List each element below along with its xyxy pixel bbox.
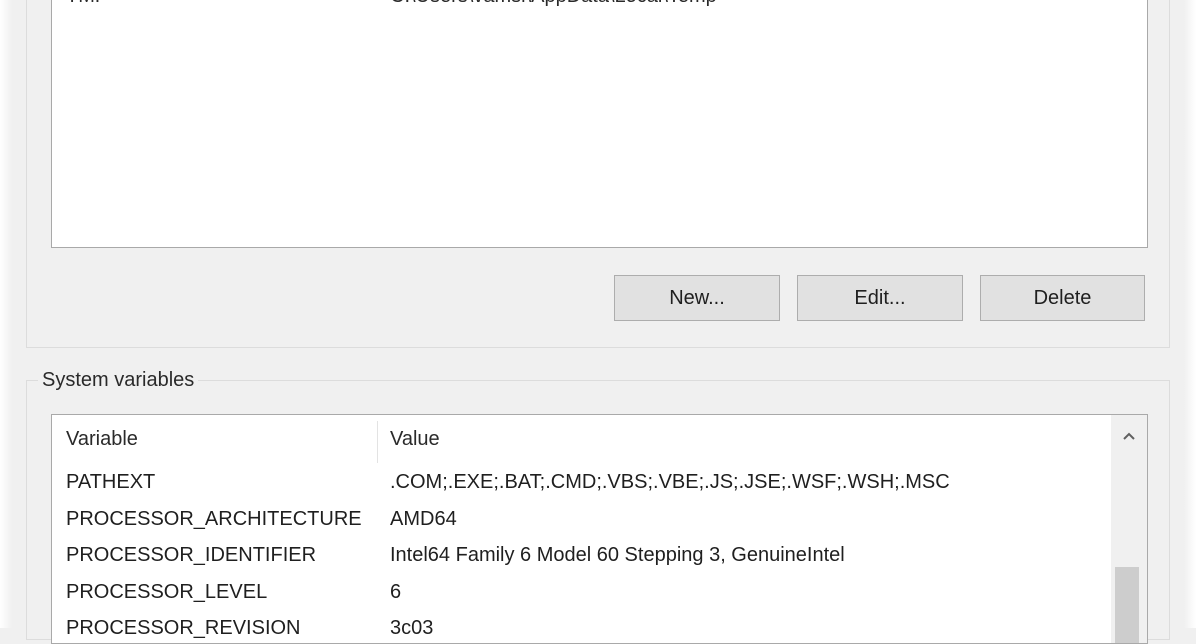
table-row[interactable]: PATHEXT .COM;.EXE;.BAT;.CMD;.VBS;.VBE;.J… bbox=[52, 465, 1112, 501]
environment-variables-dialog: TMP C:\Users\vamsi\AppData\Local\Temp Ne… bbox=[0, 0, 1196, 644]
variable-value: Intel64 Family 6 Model 60 Stepping 3, Ge… bbox=[390, 544, 845, 566]
system-variables-list[interactable]: Variable Value PATHEXT .COM;.EXE;.BAT;.C… bbox=[51, 414, 1148, 644]
column-header-variable[interactable]: Variable bbox=[66, 428, 138, 451]
window-edge-left bbox=[0, 0, 12, 628]
variable-name: TMP bbox=[66, 0, 108, 8]
new-button[interactable]: New... bbox=[614, 275, 780, 321]
group-title: System variables bbox=[38, 369, 199, 392]
table-row[interactable]: PROCESSOR_IDENTIFIER Intel64 Family 6 Mo… bbox=[52, 538, 1112, 574]
variable-name: PROCESSOR_ARCHITECTURE bbox=[66, 508, 362, 530]
variable-name: PROCESSOR_REVISION bbox=[66, 617, 301, 639]
list-header: Variable Value bbox=[52, 415, 1112, 467]
chevron-up-icon bbox=[1123, 432, 1135, 440]
column-divider[interactable] bbox=[377, 421, 378, 463]
variable-name: PROCESSOR_LEVEL bbox=[66, 581, 268, 603]
column-header-value[interactable]: Value bbox=[390, 428, 440, 451]
variable-value: 3c03 bbox=[390, 617, 434, 639]
scroll-thumb[interactable] bbox=[1115, 567, 1139, 643]
edit-button[interactable]: Edit... bbox=[797, 275, 963, 321]
variable-name: PATHEXT bbox=[66, 471, 156, 493]
table-row[interactable]: PROCESSOR_ARCHITECTURE AMD64 bbox=[52, 502, 1112, 538]
table-row[interactable]: PROCESSOR_LEVEL 6 bbox=[52, 575, 1112, 611]
variable-name: PROCESSOR_IDENTIFIER bbox=[66, 544, 317, 566]
variable-value: C:\Users\vamsi\AppData\Local\Temp bbox=[390, 0, 717, 8]
delete-button[interactable]: Delete bbox=[980, 275, 1145, 321]
window-edge-right bbox=[1184, 0, 1196, 628]
variable-value: .COM;.EXE;.BAT;.CMD;.VBS;.VBE;.JS;.JSE;.… bbox=[390, 471, 950, 493]
vertical-scrollbar[interactable] bbox=[1111, 415, 1147, 643]
variable-value: 6 bbox=[390, 581, 402, 603]
scroll-up-button[interactable] bbox=[1111, 415, 1147, 457]
variable-value: AMD64 bbox=[390, 508, 457, 530]
user-variables-list[interactable]: TMP C:\Users\vamsi\AppData\Local\Temp bbox=[51, 0, 1148, 248]
list-item[interactable]: TMP C:\Users\vamsi\AppData\Local\Temp bbox=[52, 0, 1147, 7]
